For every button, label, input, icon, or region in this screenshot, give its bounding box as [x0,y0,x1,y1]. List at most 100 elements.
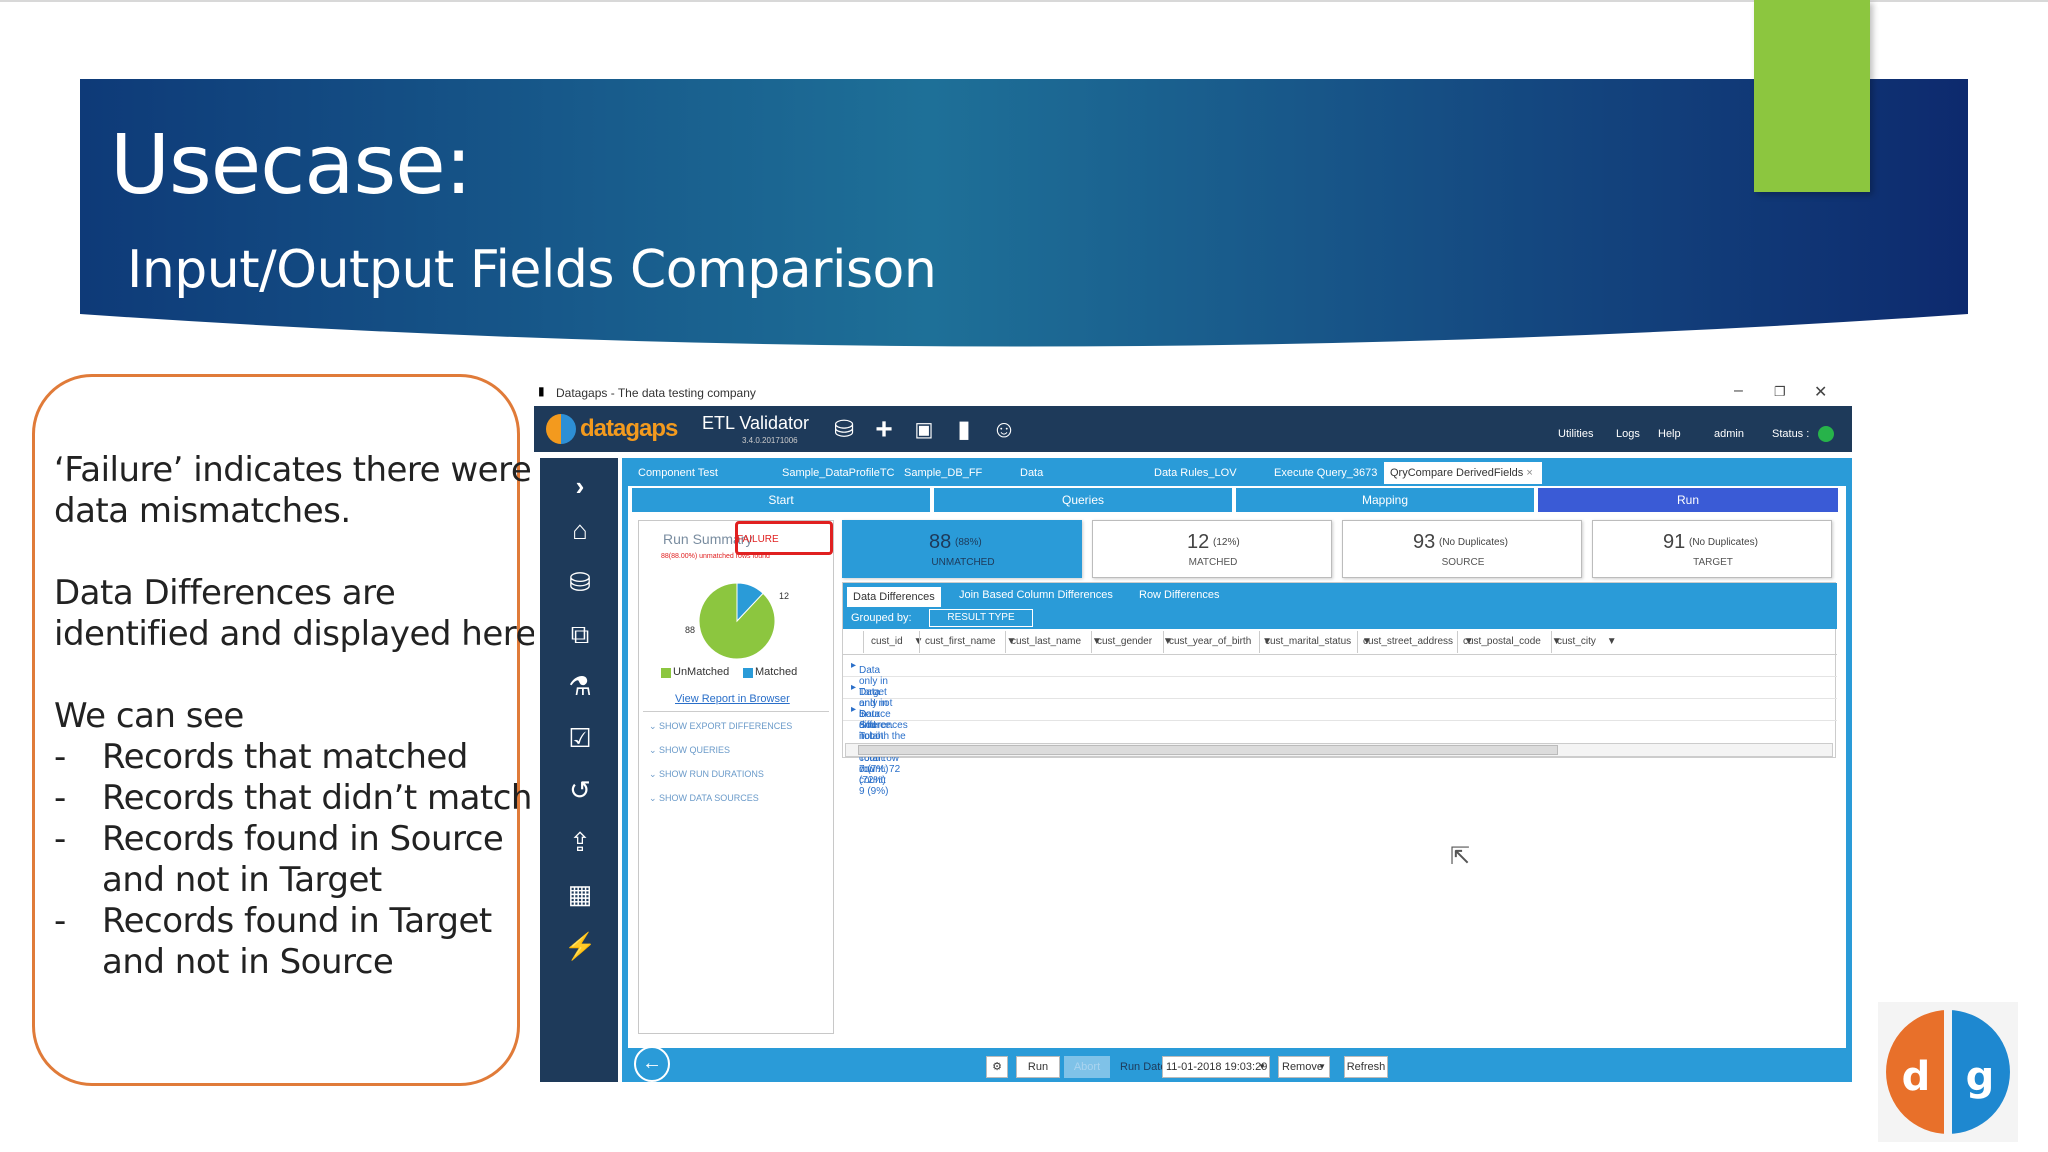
bar-chart-icon[interactable]: ▮ [950,416,978,444]
filter-icon[interactable]: ▼ [1607,636,1617,647]
slide-title: Usecase: [110,118,472,213]
group-by-bar: Grouped by: RESULT TYPE [843,607,1837,629]
column-cust-first-name[interactable]: cust_first_name ▼ [925,636,1016,647]
column-cust-year-of-birth[interactable]: cust_year_of_birth ▼ [1169,636,1272,647]
group-row-label: ▸ Data only in Target and not in Source.… [851,660,894,775]
column-label: cust_gender [1097,636,1153,647]
home-icon[interactable]: ⌂ [564,514,596,546]
hierarchy-icon[interactable]: ⧉ [564,618,596,650]
show-data-sources[interactable]: ⌄ SHOW DATA SOURCES [649,793,759,804]
group-row[interactable]: ▸ Data only in Source and not in Target.… [843,677,1837,797]
wizard-steps: Start Queries Mapping Run [632,488,1840,512]
tab-data-rules-lov[interactable]: Data Rules_LOV Check [1148,462,1264,501]
bullet-item: Records found in Target [102,901,492,941]
view-report-link[interactable]: View Report in Browser [675,693,790,705]
tab-sample-dataprofile[interactable]: Sample_DataProfileTC [776,462,895,484]
grouped-by-chip[interactable]: RESULT TYPE [929,609,1033,627]
column-label: cust_year_of_birth [1169,636,1252,647]
mouse-cursor-icon: ⇱ [1450,843,1471,870]
minimize-icon[interactable]: – [1734,382,1743,400]
checkbox-icon[interactable]: ☑ [564,722,596,754]
svg-text:d: d [1902,1054,1931,1100]
scrollbar-thumb[interactable] [858,745,1558,755]
tab-data-differences[interactable]: Data Differences [847,587,941,607]
step-start[interactable]: Start [632,488,932,512]
back-arrow-button[interactable]: ← [634,1046,670,1082]
horizontal-scrollbar[interactable] [845,743,1833,757]
column-cust-marital-status[interactable]: cust_marital_status ▼ [1265,636,1372,647]
differences-tabs: Data Differences Join Based Column Diffe… [843,583,1837,607]
column-separator [1163,631,1164,653]
utilities-link[interactable]: Utilities [1558,428,1593,440]
tab-execute-query[interactable]: Execute Query_3673 [1268,462,1380,484]
column-separator [1357,631,1358,653]
run-date-select[interactable]: 11-01-2018 19:03:29 ▼ [1162,1056,1270,1078]
tab-sample-db-ff[interactable]: Sample_DB_FF [898,462,1010,484]
logs-link[interactable]: Logs [1616,428,1640,440]
stat-card-target[interactable]: 91 (No Duplicates) TARGET [1592,520,1832,578]
tab-close-icon[interactable]: × [1526,467,1532,479]
left-nav-rail: › ⌂ ⛁ ⧉ ⚗ ☑ ↺ ⇪ ▦ ⚡ [540,458,618,1082]
plus-icon[interactable]: + [870,415,898,445]
group-row[interactable]: ▸ Data only in Target and not in Source.… [843,655,1837,775]
step-mapping[interactable]: Mapping [1236,488,1536,512]
database-settings-icon[interactable]: ⛁ [830,416,858,444]
tab-qrycompare-derivedfields[interactable]: QryCompare DerivedFields × [1384,462,1542,484]
sql-icon[interactable]: ▣ [910,416,938,444]
divider [643,711,829,712]
user-settings-icon[interactable]: ☺ [990,416,1018,444]
group-row[interactable]: ▸ Data differences in both the Datasets.… [843,699,1837,786]
column-cust-gender[interactable]: cust_gender ▼ [1097,636,1173,647]
show-queries[interactable]: ⌄ SHOW QUERIES [649,745,730,756]
restore-icon[interactable]: ❐ [1774,384,1786,400]
step-queries[interactable]: Queries [934,488,1234,512]
column-cust-last-name[interactable]: cust_last_name ▼ [1011,636,1102,647]
stat-label: SOURCE [1441,557,1485,568]
tab-data-rules-dupechk[interactable]: Data Rules_Orcl_DupeChk [1014,462,1144,501]
panel-text-line: We can see [54,696,244,736]
help-link[interactable]: Help [1658,428,1681,440]
stat-card-unmatched[interactable]: 88 (88%) UNMATCHED [842,520,1082,578]
tab-component-test-case[interactable]: Component Test Case_5001 [632,462,772,501]
tab-row-differences[interactable]: Row Differences [1133,583,1226,607]
run-button[interactable]: Run [1016,1056,1060,1078]
step-run[interactable]: Run [1538,488,1840,512]
show-link-label: SHOW RUN DURATIONS [659,769,764,779]
dg-logo-icon: d g [1878,1002,2018,1142]
remove-dropdown[interactable]: Remove ▼ [1278,1056,1330,1078]
status-indicator [1818,426,1834,442]
show-run-durations[interactable]: ⌄ SHOW RUN DURATIONS [649,769,764,780]
calendar-icon[interactable]: ▦ [564,878,596,910]
history-icon[interactable]: ↺ [564,774,596,806]
tab-join-based-column-differences[interactable]: Join Based Column Differences [953,583,1119,607]
stat-card-matched[interactable]: 12 (12%) MATCHED [1092,520,1332,578]
column-label: cust_marital_status [1265,636,1352,647]
flask-icon[interactable]: ⚗ [564,670,596,702]
show-link-label: SHOW DATA SOURCES [659,793,759,803]
bullet-dash: - [54,737,67,777]
column-cust-id[interactable]: cust_id ▼ [871,636,923,647]
settings-gear-icon[interactable]: ⚙ [986,1056,1008,1078]
stat-value: 88 [929,531,952,553]
stat-card-source[interactable]: 93 (No Duplicates) SOURCE [1342,520,1582,578]
bullet-item-cont: and not in Source [102,942,394,982]
column-label: cust_last_name [1011,636,1082,647]
group-row-label: ▸ Data only in Source and not in Target.… [851,682,891,797]
export-icon[interactable]: ⇪ [564,826,596,858]
column-separator [1091,631,1092,653]
main-area: Start Queries Mapping Run Run Summary FA… [628,486,1846,1048]
column-cust-postal-code[interactable]: cust_postal_code ▼ [1463,636,1562,647]
close-icon[interactable]: ✕ [1814,382,1827,402]
product-version: 3.4.0.20171006 [742,436,798,445]
workflow-icon[interactable]: ⚡ [564,930,596,962]
top-border [0,0,2048,2]
column-cust-city[interactable]: cust_city ▼ [1557,636,1617,647]
chevron-right-icon[interactable]: › [564,470,596,502]
user-menu[interactable]: admin [1714,428,1744,440]
database-icon[interactable]: ⛁ [564,566,596,598]
show-export-differences[interactable]: ⌄ SHOW EXPORT DIFFERENCES [649,721,792,732]
abort-button[interactable]: Abort [1064,1056,1110,1078]
refresh-button[interactable]: Refresh [1344,1056,1388,1078]
slide-subtitle: Input/Output Fields Comparison [127,240,937,300]
differences-panel: Data Differences Join Based Column Diffe… [842,582,1837,797]
